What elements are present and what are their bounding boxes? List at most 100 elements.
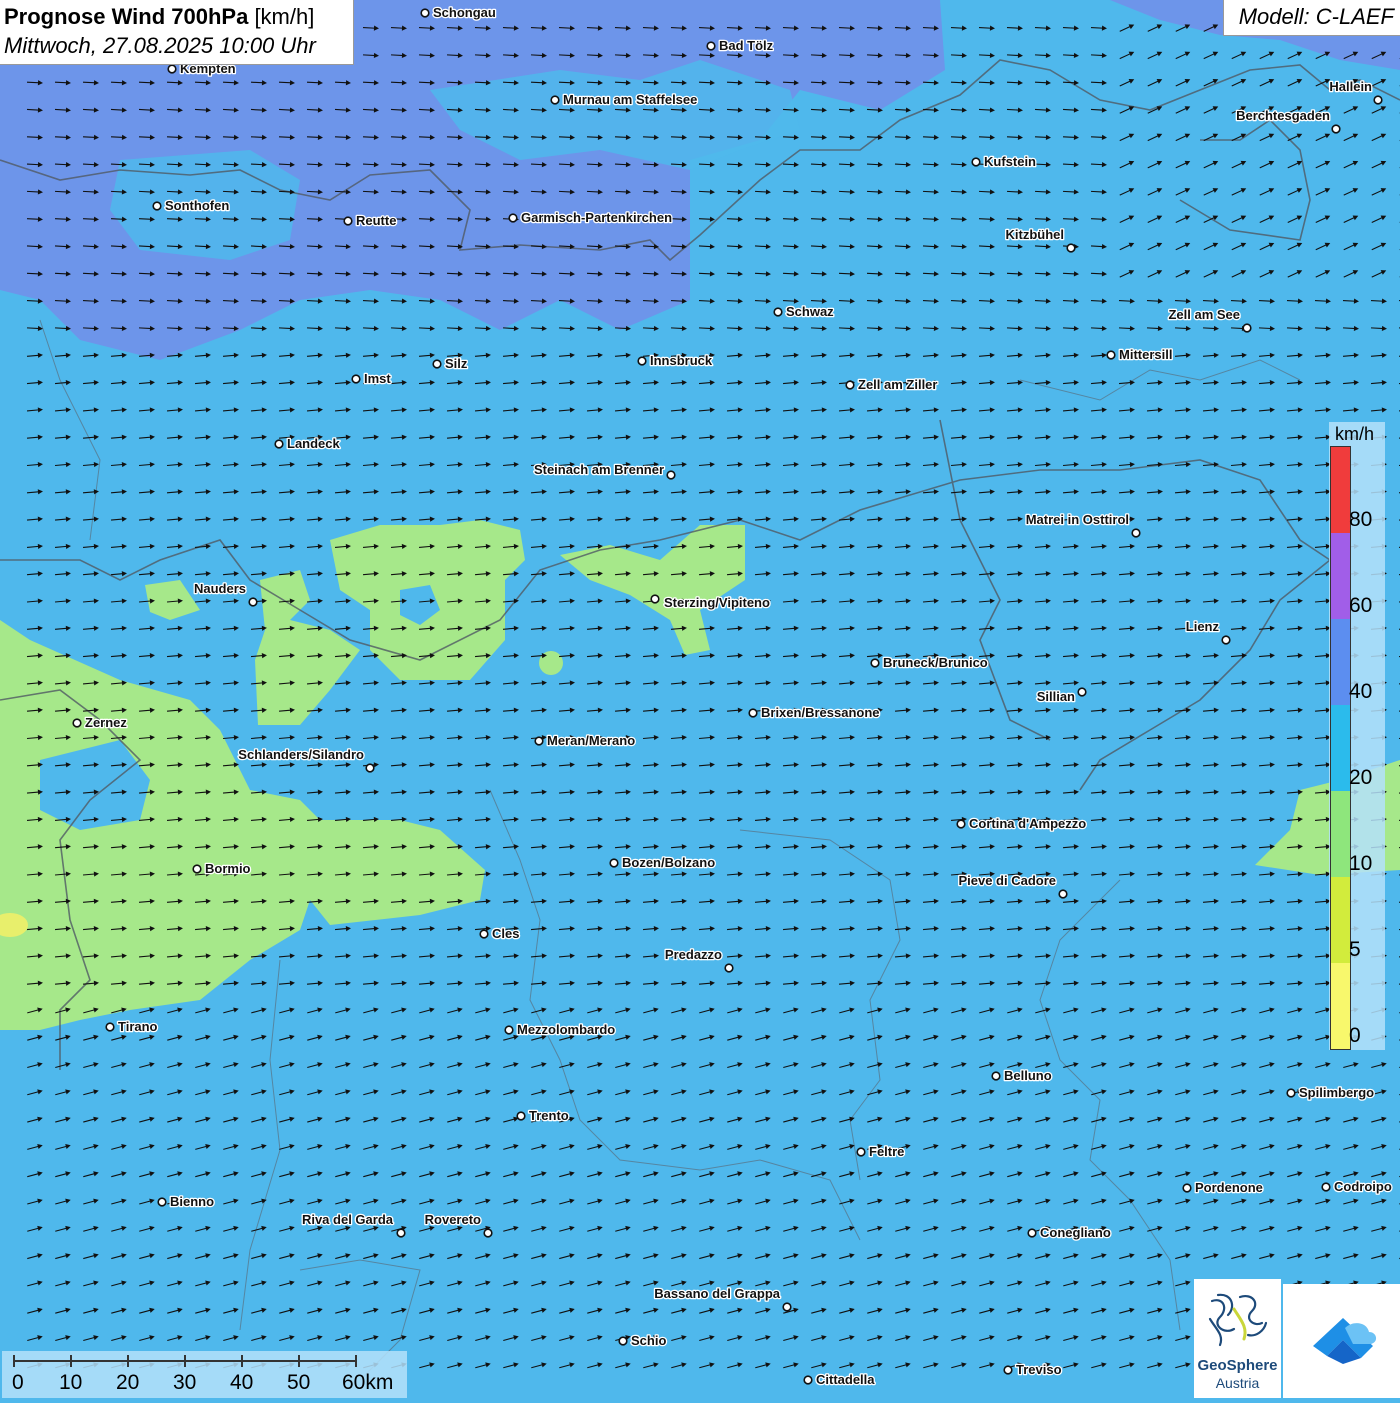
city-marker: Pordenone	[1183, 1180, 1263, 1195]
city-marker: Cortina d'Ampezzo	[957, 816, 1086, 831]
city-label: Bormio	[205, 861, 251, 876]
city-label: Silz	[445, 356, 468, 371]
title-main: Prognose Wind 700hPa	[4, 4, 248, 29]
city-marker: Spilimbergo	[1287, 1085, 1374, 1100]
city-label: Belluno	[1004, 1068, 1052, 1083]
city-label: Mittersill	[1119, 347, 1172, 362]
city-label: Kitzbühel	[1006, 227, 1065, 242]
city-label: Imst	[364, 371, 391, 386]
city-label: Hallein	[1329, 79, 1372, 94]
city-dot	[774, 308, 782, 316]
city-label: Schongau	[433, 5, 496, 20]
legend-segment	[1331, 533, 1350, 619]
city-label: Nauders	[194, 581, 246, 596]
legend-tick-label: 80	[1349, 508, 1372, 532]
logo-name-line1: GeoSphere	[1194, 1357, 1281, 1374]
city-label: Sterzing/Vipiteno	[664, 595, 770, 610]
city-label: Predazzo	[665, 947, 722, 962]
city-marker: Bozen/Bolzano	[610, 855, 715, 870]
city-label: Matrei in Osttirol	[1026, 512, 1129, 527]
partner-logo[interactable]	[1283, 1284, 1400, 1398]
scale-label: 20	[116, 1371, 139, 1395]
legend-tick-label: 10	[1349, 852, 1372, 876]
city-label: Schio	[631, 1333, 666, 1348]
city-dot	[749, 709, 757, 717]
city-label: Reutte	[356, 213, 396, 228]
city-label: Murnau am Staffelsee	[563, 92, 697, 107]
city-label: Kufstein	[984, 154, 1036, 169]
map-subtitle: Mittwoch, 27.08.2025 10:00 Uhr	[4, 33, 316, 59]
city-label: Bruneck/Brunico	[883, 655, 988, 670]
city-label: Cortina d'Ampezzo	[969, 816, 1086, 831]
city-dot	[1028, 1229, 1036, 1237]
city-label: Garmisch-Partenkirchen	[521, 210, 672, 225]
city-dot	[344, 217, 352, 225]
scale-ruler	[2, 1351, 407, 1371]
partner-emblem-icon	[1283, 1284, 1400, 1398]
city-label: Pordenone	[1195, 1180, 1263, 1195]
city-label: Lienz	[1186, 619, 1220, 634]
city-dot	[352, 375, 360, 383]
city-dot	[153, 202, 161, 210]
legend-tick-label: 40	[1349, 680, 1372, 704]
legend-tick-label: 60	[1349, 594, 1372, 618]
city-dot	[1059, 890, 1067, 898]
city-label: Cittadella	[816, 1372, 875, 1387]
city-marker: Brixen/Bressanone	[749, 705, 879, 720]
city-dot	[638, 357, 646, 365]
city-marker: Zell am Ziller	[846, 377, 937, 392]
title-box: Prognose Wind 700hPa [km/h] Mittwoch, 27…	[0, 0, 354, 65]
city-dot	[1322, 1183, 1330, 1191]
city-label: Brixen/Bressanone	[761, 705, 880, 720]
geosphere-logo[interactable]: GeoSphere Austria	[1194, 1279, 1281, 1398]
city-dot	[1374, 96, 1382, 104]
city-label: Mezzolombardo	[517, 1022, 615, 1037]
city-label: Cles	[492, 926, 519, 941]
scale-bar: 0102030405060km	[2, 1351, 407, 1398]
legend-tick-label: 5	[1349, 938, 1361, 962]
city-dot	[871, 659, 879, 667]
scale-label: 30	[173, 1371, 196, 1395]
city-dot	[397, 1229, 405, 1237]
city-label: Sillian	[1037, 689, 1075, 704]
city-marker: Innsbruck	[638, 353, 713, 368]
city-label: Schwaz	[786, 304, 834, 319]
city-dot	[1332, 125, 1340, 133]
city-marker: Schongau	[421, 5, 496, 20]
city-label: Trento	[529, 1108, 569, 1123]
city-label: Tirano	[118, 1019, 158, 1034]
city-label: Conegliano	[1040, 1225, 1111, 1240]
city-label: Codroipo	[1334, 1179, 1392, 1194]
city-dot	[484, 1229, 492, 1237]
legend-unit: km/h	[1335, 424, 1374, 445]
city-label: Rovereto	[425, 1212, 481, 1227]
scale-label: 40	[230, 1371, 253, 1395]
city-dot	[1243, 324, 1251, 332]
city-marker: Mezzolombardo	[505, 1022, 615, 1037]
city-dot	[158, 1198, 166, 1206]
city-dot	[651, 595, 659, 603]
legend-colorbar	[1330, 446, 1351, 1050]
city-marker: Steinach am Brenner	[534, 462, 675, 479]
city-dot	[168, 65, 176, 73]
city-label: Innsbruck	[650, 353, 713, 368]
city-dot	[707, 42, 715, 50]
legend-tick-label: 0	[1349, 1024, 1361, 1048]
city-label: Landeck	[287, 436, 341, 451]
legend-segment	[1331, 447, 1350, 533]
city-label: Sonthofen	[165, 198, 229, 213]
city-label: Treviso	[1016, 1362, 1062, 1377]
city-dot	[846, 381, 854, 389]
city-dot	[517, 1112, 525, 1120]
city-marker: Garmisch-Partenkirchen	[509, 210, 672, 225]
city-dot	[1107, 351, 1115, 359]
legend-segment	[1331, 791, 1350, 877]
city-label: Zernez	[85, 715, 127, 730]
scale-label: 60km	[342, 1371, 393, 1395]
city-dot	[275, 440, 283, 448]
legend-segment	[1331, 877, 1350, 963]
city-label: Zell am See	[1168, 307, 1240, 322]
city-marker: Sterzing/Vipiteno	[651, 595, 770, 610]
legend-segment	[1331, 963, 1350, 1049]
model-box: Modell: C-LAEF	[1223, 0, 1400, 36]
